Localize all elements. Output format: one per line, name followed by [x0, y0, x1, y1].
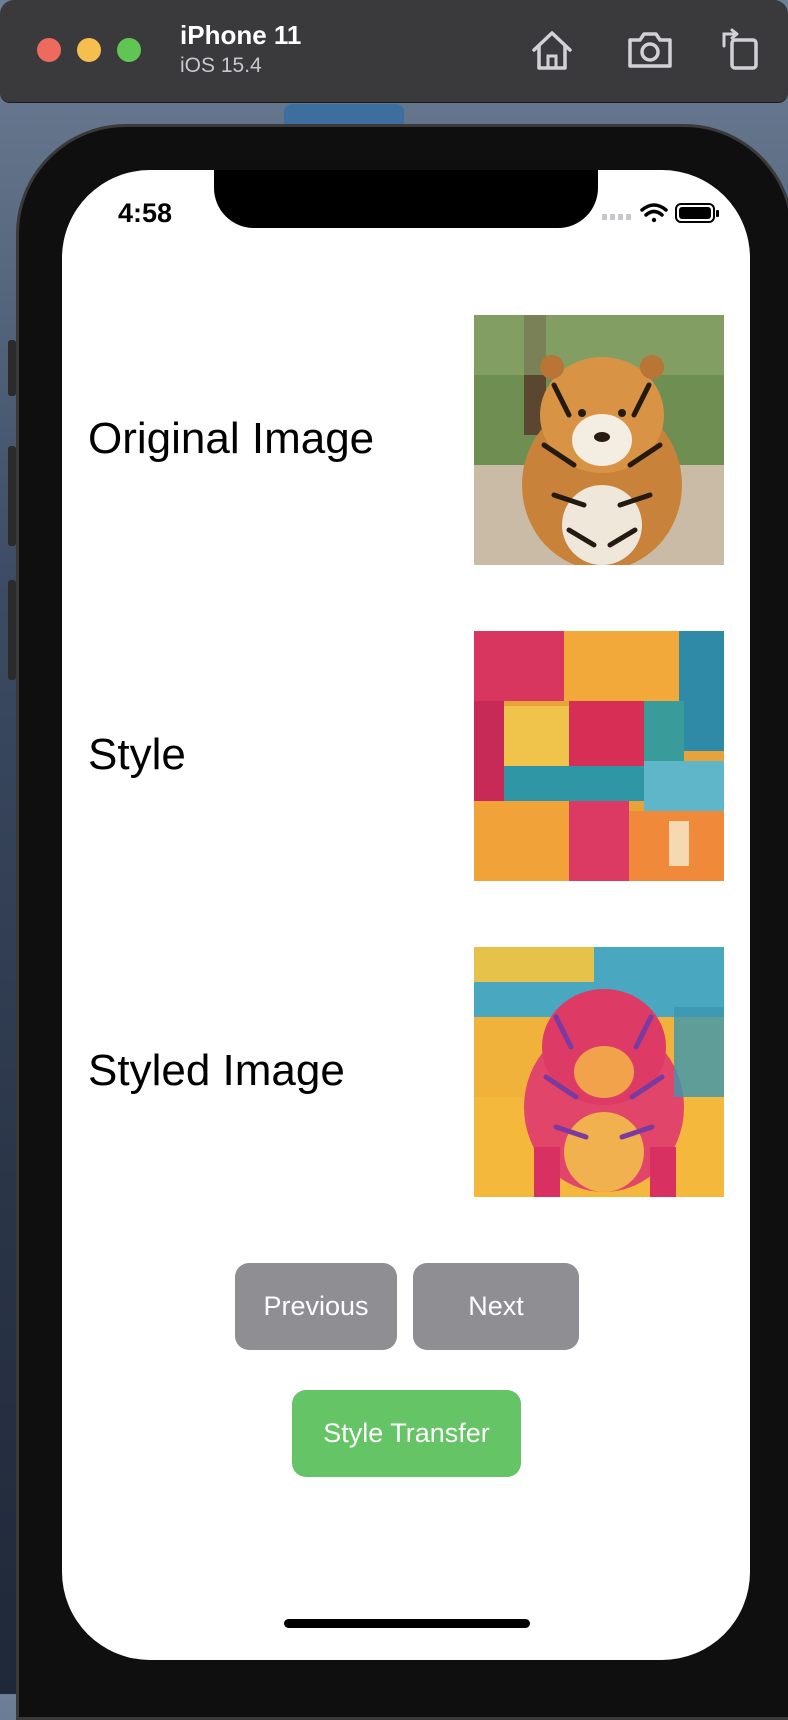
- notch: [214, 170, 598, 228]
- minimize-window-button[interactable]: [77, 38, 101, 62]
- home-indicator: [284, 1619, 530, 1628]
- style-label: Style: [88, 730, 186, 779]
- os-version: iOS 15.4: [180, 54, 262, 77]
- next-button[interactable]: Next: [413, 1263, 579, 1350]
- previous-button[interactable]: Previous: [235, 1263, 397, 1350]
- mute-switch: [8, 340, 16, 396]
- styled-image-thumbnail: [474, 947, 724, 1197]
- original-image-thumbnail: [474, 315, 724, 565]
- style-image-thumbnail: [474, 631, 724, 881]
- app-screen: 4:58 Original Image Style Styled Image P…: [62, 170, 750, 1660]
- device-name: iPhone 11: [180, 20, 302, 50]
- original-image-label: Original Image: [88, 414, 375, 463]
- simulator-toolbar: iPhone 11 iOS 15.4: [0, 0, 788, 103]
- status-icons: [602, 203, 719, 223]
- zoom-window-button[interactable]: [117, 38, 141, 62]
- rotate-icon[interactable]: [716, 24, 768, 76]
- wifi-icon: [640, 203, 668, 223]
- status-time: 4:58: [118, 198, 173, 228]
- close-window-button[interactable]: [37, 38, 61, 62]
- volume-down-button: [8, 580, 16, 680]
- style-transfer-button[interactable]: Style Transfer: [292, 1390, 521, 1477]
- volume-up-button: [8, 446, 16, 546]
- styled-image-label: Styled Image: [88, 1046, 345, 1095]
- cellular-icon: [602, 214, 631, 220]
- screenshot-camera-icon[interactable]: [624, 24, 676, 76]
- home-icon[interactable]: [526, 24, 578, 76]
- battery-icon: [675, 203, 719, 223]
